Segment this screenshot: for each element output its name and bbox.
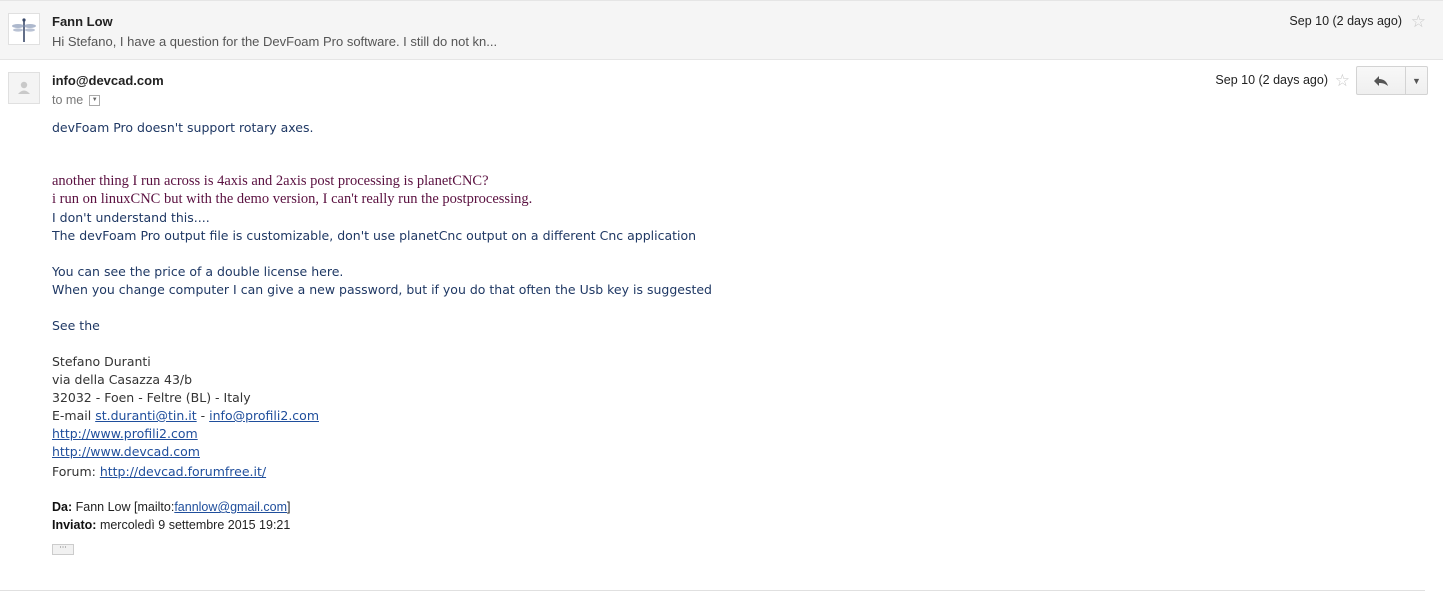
email-link[interactable]: st.duranti@tin.it xyxy=(95,408,196,423)
signature-city: 32032 - Foen - Feltre (BL) - Italy xyxy=(52,390,251,405)
dropdown-caret-icon: ▼ xyxy=(1412,75,1421,86)
quoted-line: another thing I run across is 4axis and … xyxy=(52,173,489,189)
reply-button-group: ▼ xyxy=(1356,66,1428,95)
forum-link[interactable]: http://devcad.forumfree.it/ xyxy=(100,464,266,479)
body-line: The devFoam Pro output file is customiza… xyxy=(52,228,697,243)
email-label: E-mail xyxy=(52,408,92,423)
website-link[interactable]: http://www.devcad.com xyxy=(52,444,200,459)
show-details-icon[interactable]: ▼ xyxy=(89,94,101,106)
recipient-line: to me ▼ xyxy=(52,93,101,107)
message-snippet: Hi Stefano, I have a question for the De… xyxy=(52,34,498,49)
sender-name: Fann Low xyxy=(52,14,113,29)
body-line: You can see the price of a double licens… xyxy=(52,264,344,279)
quoted-line: i run on linuxCNC but with the demo vers… xyxy=(52,191,533,207)
signature-address: via della Casazza 43/b xyxy=(52,372,193,387)
from-close: ] xyxy=(287,500,291,514)
divider xyxy=(0,590,1425,591)
body-line: devFoam Pro doesn't support rotary axes. xyxy=(52,120,314,135)
sent-value: mercoledì 9 settembre 2015 19:21 xyxy=(99,518,291,532)
reply-icon xyxy=(1374,75,1388,86)
sender-email: info@devcad.com xyxy=(52,73,164,88)
signature-email-line: E-mail st.duranti@tin.it - info@profili2… xyxy=(52,408,319,423)
forum-line: Forum: http://devcad.forumfree.it/ xyxy=(52,464,266,479)
from-label: Da: xyxy=(52,500,73,514)
sent-label: Inviato: xyxy=(52,518,97,532)
signature-name: Stefano Duranti xyxy=(52,354,151,369)
message-date: Sep 10 (2 days ago) xyxy=(1215,73,1328,87)
email-separator: - xyxy=(200,408,206,423)
body-line: I don't understand this.... xyxy=(52,210,210,225)
from-email-link[interactable]: fannlow@gmail.com xyxy=(174,500,287,514)
reply-button[interactable] xyxy=(1356,66,1406,95)
website-link[interactable]: http://www.profili2.com xyxy=(52,426,198,441)
body-line: See the xyxy=(52,318,100,333)
from-value: Fann Low [mailto: xyxy=(75,500,175,514)
quoted-sent-line: Inviato: mercoledì 9 settembre 2015 19:2… xyxy=(52,518,290,532)
show-trimmed-content-button[interactable]: ··· xyxy=(52,544,74,555)
dragonfly-icon xyxy=(8,13,40,45)
star-icon[interactable]: ☆ xyxy=(1335,72,1350,89)
collapsed-message[interactable]: Fann Low Hi Stefano, I have a question f… xyxy=(0,0,1443,60)
body-line: When you change computer I can give a ne… xyxy=(52,282,712,297)
star-icon[interactable]: ☆ xyxy=(1411,13,1426,30)
message-date: Sep 10 (2 days ago) xyxy=(1289,14,1402,28)
person-icon xyxy=(8,72,40,104)
quoted-from-line: Da: Fann Low [mailto:fannlow@gmail.com] xyxy=(52,500,291,514)
email-link[interactable]: info@profili2.com xyxy=(209,408,319,423)
forum-label: Forum: xyxy=(52,464,96,479)
more-options-button[interactable]: ▼ xyxy=(1406,66,1428,95)
recipient-label: to me xyxy=(52,93,84,107)
